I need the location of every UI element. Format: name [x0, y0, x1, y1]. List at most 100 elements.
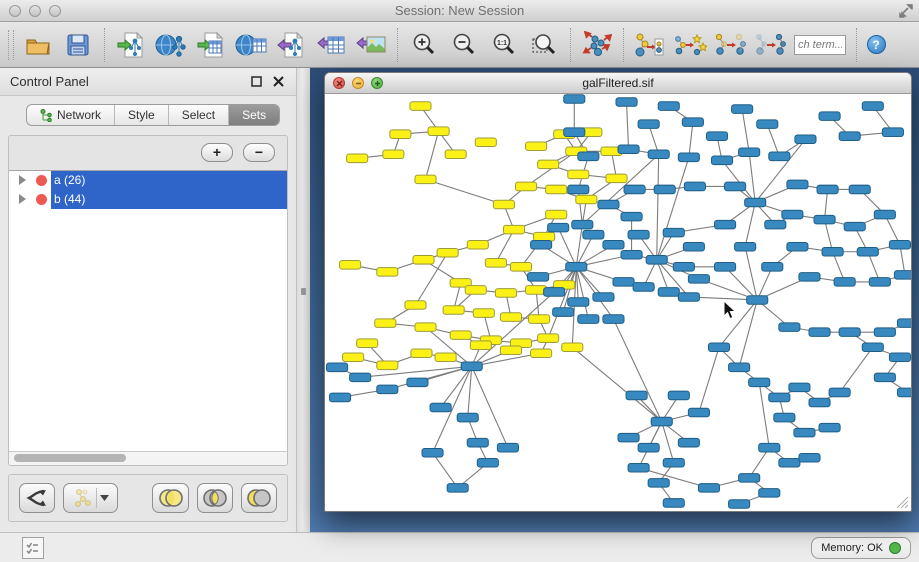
zoom-fit-selected-button[interactable] [524, 26, 564, 64]
graph-node[interactable] [415, 175, 436, 184]
graph-node[interactable] [576, 195, 597, 204]
graph-node[interactable] [497, 443, 518, 452]
graph-node[interactable] [894, 271, 911, 280]
graph-node[interactable] [613, 278, 634, 287]
graph-node[interactable] [678, 293, 699, 302]
graph-node[interactable] [787, 180, 808, 189]
tab-style[interactable]: Style [115, 105, 169, 125]
graph-node[interactable] [834, 278, 855, 287]
graph-node[interactable] [618, 433, 639, 442]
graph-node[interactable] [749, 378, 770, 387]
graph-node[interactable] [534, 232, 555, 241]
graph-node[interactable] [450, 331, 471, 340]
graph-node[interactable] [624, 185, 645, 194]
graph-node[interactable] [735, 242, 756, 251]
graph-node[interactable] [839, 328, 860, 337]
export-image-button[interactable] [351, 26, 391, 64]
graph-node[interactable] [698, 484, 719, 493]
graph-node[interactable] [544, 288, 565, 297]
graph-node[interactable] [621, 212, 642, 221]
graph-edge[interactable] [759, 382, 769, 447]
graph-node[interactable] [638, 120, 659, 129]
difference-sets-button[interactable] [241, 483, 277, 513]
graph-edge[interactable] [496, 230, 514, 263]
graph-node[interactable] [546, 210, 567, 219]
export-network-button[interactable] [271, 26, 311, 64]
graph-node[interactable] [682, 118, 703, 127]
create-set-from-network-button[interactable] [63, 483, 118, 513]
graph-node[interactable] [714, 220, 735, 229]
graph-node[interactable] [829, 388, 850, 397]
graph-edge[interactable] [578, 189, 582, 224]
graph-node[interactable] [477, 458, 498, 467]
horizontal-scrollbar[interactable] [9, 452, 287, 465]
graph-node[interactable] [706, 132, 727, 141]
graph-node[interactable] [638, 443, 659, 452]
graph-node[interactable] [593, 293, 614, 302]
graph-edge[interactable] [572, 347, 661, 421]
network-graph[interactable] [325, 94, 911, 511]
intersect-sets-button[interactable] [197, 483, 233, 513]
graph-node[interactable] [747, 296, 768, 305]
graph-node[interactable] [495, 289, 516, 298]
graph-node[interactable] [874, 328, 895, 337]
memory-status-button[interactable]: Memory: OK [811, 537, 911, 559]
graph-node[interactable] [678, 153, 699, 162]
graph-node[interactable] [357, 339, 378, 348]
graph-node[interactable] [430, 403, 451, 412]
graph-node[interactable] [869, 278, 890, 287]
graph-node[interactable] [663, 499, 684, 508]
close-panel-button[interactable] [270, 74, 286, 90]
graph-node[interactable] [538, 160, 559, 169]
graph-edge[interactable] [426, 179, 504, 204]
graph-node[interactable] [762, 263, 783, 272]
graph-edge[interactable] [745, 247, 757, 300]
list-item-set-a[interactable]: a (26) [9, 171, 287, 190]
graph-node[interactable] [668, 391, 689, 400]
open-session-button[interactable] [18, 26, 58, 64]
graph-node[interactable] [822, 247, 843, 256]
graph-edge[interactable] [627, 102, 629, 149]
graph-node[interactable] [897, 388, 911, 397]
graph-node[interactable] [799, 453, 820, 462]
graph-edge[interactable] [742, 109, 749, 152]
graph-node[interactable] [377, 385, 398, 394]
graph-node[interactable] [528, 273, 549, 282]
graph-node[interactable] [684, 182, 705, 191]
graph-node[interactable] [714, 263, 735, 272]
graph-node[interactable] [729, 500, 750, 509]
graph-node[interactable] [578, 152, 599, 161]
graph-node[interactable] [628, 464, 649, 473]
graph-node[interactable] [782, 210, 803, 219]
graph-node[interactable] [794, 428, 815, 437]
graph-node[interactable] [799, 273, 820, 282]
apply-preferred-layout-button[interactable] [577, 26, 617, 64]
graph-node[interactable] [874, 210, 895, 219]
graph-edge[interactable] [739, 300, 757, 367]
tab-select[interactable]: Select [169, 105, 229, 125]
graph-node[interactable] [531, 349, 552, 358]
zoom-in-button[interactable] [404, 26, 444, 64]
graph-node[interactable] [515, 182, 536, 191]
graph-node[interactable] [633, 283, 654, 292]
graph-node[interactable] [465, 286, 486, 295]
graph-node[interactable] [889, 240, 910, 249]
remove-set-button[interactable]: − [243, 143, 275, 162]
graph-node[interactable] [562, 343, 583, 352]
graph-node[interactable] [849, 185, 870, 194]
graph-node[interactable] [769, 152, 790, 161]
graph-node[interactable] [889, 353, 910, 362]
graph-node[interactable] [411, 349, 432, 358]
graph-node[interactable] [725, 182, 746, 191]
graph-node[interactable] [626, 391, 647, 400]
graph-node[interactable] [405, 301, 426, 310]
graph-edge[interactable] [840, 347, 873, 392]
graph-node[interactable] [654, 185, 675, 194]
graph-node[interactable] [862, 343, 883, 352]
graph-node[interactable] [616, 98, 637, 107]
graph-node[interactable] [493, 200, 514, 209]
graph-node[interactable] [568, 170, 589, 179]
graph-node[interactable] [377, 361, 398, 370]
panel-divider[interactable] [296, 68, 310, 532]
graph-node[interactable] [757, 120, 778, 129]
